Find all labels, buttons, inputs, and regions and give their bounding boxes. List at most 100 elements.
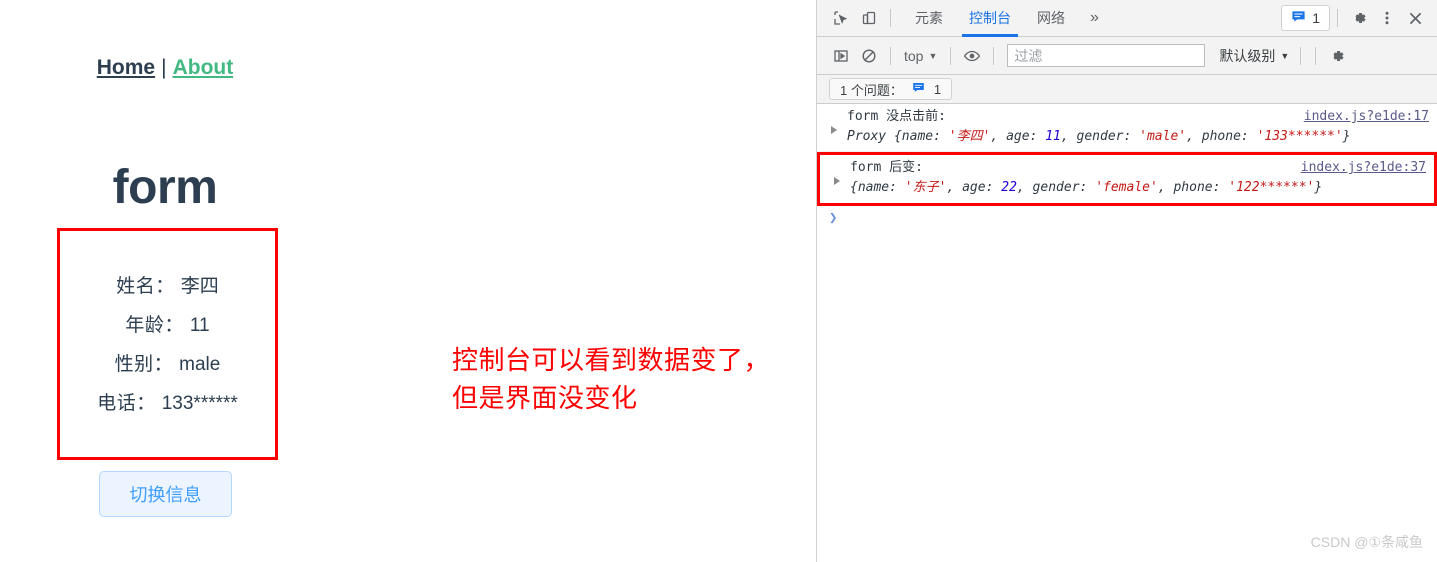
log-level-label: 默认级别 bbox=[1219, 47, 1276, 64]
devtools-panel: 元素 控制台 网络 » 1 top ▼ 过滤 默认级别 ▼ 1 个问题： 1 f… bbox=[817, 0, 1437, 562]
form-value-phone: 133****** bbox=[161, 392, 238, 414]
form-row-age: 年龄： 11 bbox=[125, 307, 209, 346]
issues-count-text: 1 个问题： bbox=[840, 82, 903, 98]
watermark: CSDN @①条咸鱼 bbox=[1310, 534, 1423, 550]
clear-console-icon[interactable] bbox=[855, 42, 883, 70]
form-value-gender: male bbox=[179, 354, 221, 375]
console-log-header-2: form 后变: index.js?e1de:37 bbox=[850, 158, 1426, 178]
device-toolbar-icon[interactable] bbox=[855, 4, 883, 32]
console-prompt-row[interactable]: ❯ bbox=[817, 206, 1437, 230]
tab-network[interactable]: 网络 bbox=[1024, 0, 1078, 37]
log-label-mono-1: form bbox=[847, 109, 879, 124]
console-prompt-chevron-icon: ❯ bbox=[829, 209, 838, 226]
annotation-line-2: 但是界面没变化 bbox=[452, 382, 638, 413]
form-label-gender: 性别： bbox=[114, 354, 174, 375]
nav-link-home[interactable]: Home bbox=[97, 56, 155, 79]
console-output: form 没点击前: index.js?e1de:17 Proxy {name:… bbox=[817, 104, 1437, 562]
site-nav: Home | About bbox=[0, 56, 330, 80]
message-count-badge[interactable]: 1 bbox=[1281, 5, 1330, 31]
console-toolbar: top ▼ 默认级别 ▼ bbox=[817, 37, 1437, 75]
expand-triangle-icon-2[interactable] bbox=[834, 177, 840, 186]
console-log-entry-2[interactable]: form 后变: index.js?e1de:37 {name: '东子', a… bbox=[817, 152, 1437, 206]
object-token-key: , age: bbox=[946, 180, 1002, 196]
web-page-pane: Home | About form 姓名： 李四 年龄： 11 性别： male 电话： 1… bbox=[0, 0, 816, 562]
object-parts-1: {name: '李四', age: 11, gender: 'male', ph… bbox=[894, 129, 1351, 144]
chevron-down-icon-level: ▼ bbox=[1280, 51, 1290, 61]
annotation-line-1: 控制台可以看到数据变了， bbox=[452, 345, 771, 375]
devtools-toolbar: 元素 控制台 网络 » 1 bbox=[817, 0, 1437, 37]
issues-bar: 1 个问题： 1 bbox=[817, 75, 1437, 104]
console-log-label-1: form 没点击前: bbox=[847, 107, 946, 127]
page-title: form bbox=[112, 161, 218, 214]
nav-link-about[interactable]: About bbox=[173, 56, 234, 79]
form-value-age: 11 bbox=[189, 315, 210, 337]
form-row-gender: 性别： male bbox=[115, 346, 221, 385]
execution-context-selector[interactable]: top ▼ bbox=[898, 48, 943, 64]
close-icon[interactable] bbox=[1401, 4, 1429, 32]
console-object-preview-1[interactable]: Proxy {name: '李四', age: 11, gender: 'mal… bbox=[847, 127, 1429, 147]
live-expression-icon[interactable] bbox=[958, 42, 986, 70]
form-row-phone: 电话： 133****** bbox=[97, 385, 238, 424]
console-sidebar-icon[interactable] bbox=[827, 42, 855, 70]
console-toolbar-divider bbox=[890, 46, 891, 65]
message-count-label: 1 bbox=[1312, 10, 1320, 26]
expand-triangle-icon[interactable] bbox=[831, 126, 837, 134]
form-label-name: 姓名： bbox=[116, 276, 175, 298]
console-toolbar-divider-5 bbox=[1315, 46, 1317, 65]
object-token-key: , gender: bbox=[1060, 129, 1140, 145]
annotation-text: 控制台可以看到数据变了， 但是界面没变化 bbox=[452, 342, 802, 417]
console-settings-gear-icon[interactable] bbox=[1323, 42, 1351, 70]
object-token-str: '133******' bbox=[1256, 129, 1343, 145]
object-token-str: '东子' bbox=[904, 180, 947, 196]
more-options-icon[interactable] bbox=[1373, 4, 1401, 32]
gear-icon[interactable] bbox=[1345, 4, 1373, 32]
object-token-key: } bbox=[1314, 180, 1323, 196]
toggle-info-button[interactable]: 切换信息 bbox=[99, 471, 232, 517]
object-token-key: } bbox=[1342, 129, 1351, 145]
log-label-cjk-2: 后变: bbox=[881, 160, 923, 176]
console-toolbar-divider-4 bbox=[1300, 46, 1302, 65]
toolbar-divider-2 bbox=[1337, 9, 1338, 27]
log-label-cjk-1: 没点击前: bbox=[878, 109, 946, 124]
object-class-name-1: Proxy bbox=[847, 129, 894, 145]
object-token-str: '李四' bbox=[948, 129, 991, 145]
console-log-entry-1[interactable]: form 没点击前: index.js?e1de:17 Proxy {name:… bbox=[817, 104, 1437, 153]
log-level-selector[interactable]: 默认级别 ▼ bbox=[1215, 46, 1293, 66]
object-token-num: 11 bbox=[1045, 129, 1061, 145]
console-object-preview-2[interactable]: {name: '东子', age: 22, gender: 'female', … bbox=[850, 178, 1426, 198]
object-token-key: {name: bbox=[893, 129, 949, 145]
object-token-key: , phone: bbox=[1186, 129, 1257, 145]
more-tabs-icon[interactable]: » bbox=[1078, 0, 1111, 37]
object-token-key: , phone: bbox=[1157, 180, 1229, 196]
object-token-key: {name: bbox=[850, 180, 905, 196]
console-log-header-1: form 没点击前: index.js?e1de:17 bbox=[847, 107, 1429, 127]
console-toolbar-divider-3 bbox=[993, 46, 995, 65]
form-row-name: 姓名： 李四 bbox=[116, 268, 219, 307]
console-filter-input[interactable] bbox=[1007, 44, 1206, 67]
issues-chip[interactable]: 1 个问题： 1 bbox=[829, 78, 953, 100]
devtools-tab-list: 元素 控制台 网络 » bbox=[902, 0, 1111, 37]
console-source-link-2[interactable]: index.js?e1de:37 bbox=[1301, 158, 1426, 178]
execution-context-label: top bbox=[904, 47, 924, 64]
object-token-str: 'female' bbox=[1095, 180, 1158, 196]
issues-bubble-icon bbox=[912, 81, 925, 97]
tab-console[interactable]: 控制台 bbox=[956, 0, 1024, 37]
issues-count-number: 1 bbox=[933, 81, 942, 97]
console-source-link-1[interactable]: index.js?e1de:17 bbox=[1304, 107, 1429, 127]
object-token-key: , gender: bbox=[1016, 180, 1096, 196]
message-bubble-icon bbox=[1291, 9, 1306, 27]
object-token-num: 22 bbox=[1001, 180, 1017, 196]
object-parts-2: {name: '东子', age: 22, gender: 'female', … bbox=[850, 180, 1322, 195]
form-value-name: 李四 bbox=[180, 276, 219, 298]
form-label-phone: 电话： bbox=[97, 392, 156, 414]
object-token-str: 'male' bbox=[1139, 129, 1187, 145]
tab-elements[interactable]: 元素 bbox=[902, 0, 956, 37]
console-toolbar-divider-2 bbox=[950, 46, 952, 65]
form-info-box: 姓名： 李四 年龄： 11 性别： male 电话： 133****** bbox=[57, 228, 278, 460]
object-token-str: '122******' bbox=[1228, 180, 1315, 196]
console-log-label-2: form 后变: bbox=[850, 158, 923, 178]
chevron-down-icon: ▼ bbox=[928, 51, 938, 61]
inspect-element-icon[interactable] bbox=[827, 4, 855, 32]
toolbar-divider bbox=[890, 9, 891, 27]
log-label-mono-2: form bbox=[850, 160, 882, 176]
